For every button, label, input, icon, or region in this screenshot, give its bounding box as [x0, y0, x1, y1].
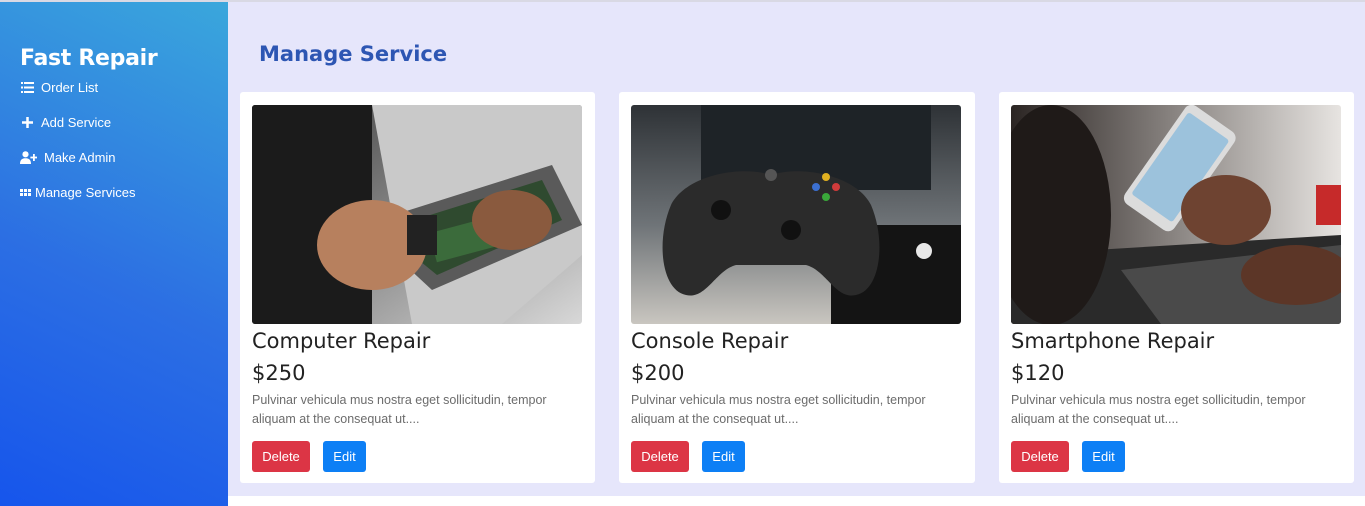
grid-icon	[19, 185, 31, 199]
sidebar-item-label: Add Service	[41, 115, 112, 130]
service-image	[252, 105, 582, 324]
sidebar-item-order-list[interactable]: Order List	[19, 78, 135, 113]
edit-button[interactable]: Edit	[702, 441, 745, 472]
delete-button[interactable]: Delete	[1011, 441, 1069, 472]
service-price: $250	[252, 361, 306, 385]
service-card-smartphone-repair: Smartphone Repair $120 Pulvinar vehicula…	[999, 92, 1354, 483]
brand-title: Fast Repair	[20, 46, 158, 71]
service-price: $200	[631, 361, 685, 385]
service-title: Smartphone Repair	[1011, 329, 1215, 353]
sidebar-nav: Order List Add Service Make Admin Manage…	[19, 78, 135, 218]
sidebar: Fast Repair Order List Add Service Make …	[0, 2, 228, 506]
sidebar-item-make-admin[interactable]: Make Admin	[19, 148, 135, 183]
page-title: Manage Service	[259, 42, 448, 66]
sidebar-item-manage-services[interactable]: Manage Services	[19, 183, 135, 218]
service-description: Pulvinar vehicula mus nostra eget sollic…	[1011, 393, 1306, 426]
edit-button[interactable]: Edit	[1082, 441, 1125, 472]
service-image	[631, 105, 961, 324]
service-card-console-repair: Console Repair $200 Pulvinar vehicula mu…	[619, 92, 975, 483]
edit-button[interactable]: Edit	[323, 441, 366, 472]
sidebar-item-add-service[interactable]: Add Service	[19, 113, 135, 148]
sidebar-item-label: Make Admin	[44, 150, 116, 165]
service-price: $120	[1011, 361, 1065, 385]
service-description: Pulvinar vehicula mus nostra eget sollic…	[252, 393, 547, 426]
service-card-computer-repair: Computer Repair $250 Pulvinar vehicula m…	[240, 92, 595, 483]
main-content: Manage Service Computer Repair $250 Pulv…	[228, 2, 1365, 496]
card-actions: Delete Edit	[1011, 441, 1342, 472]
sidebar-item-label: Manage Services	[35, 185, 136, 200]
card-actions: Delete Edit	[631, 441, 963, 472]
plus-icon	[19, 115, 35, 129]
list-icon	[19, 80, 35, 94]
user-plus-icon	[19, 150, 38, 164]
delete-button[interactable]: Delete	[631, 441, 689, 472]
service-title: Computer Repair	[252, 329, 431, 353]
card-actions: Delete Edit	[252, 441, 583, 472]
service-image	[1011, 105, 1341, 324]
sidebar-item-label: Order List	[41, 80, 99, 95]
delete-button[interactable]: Delete	[252, 441, 310, 472]
service-description: Pulvinar vehicula mus nostra eget sollic…	[631, 393, 926, 426]
service-title: Console Repair	[631, 329, 789, 353]
